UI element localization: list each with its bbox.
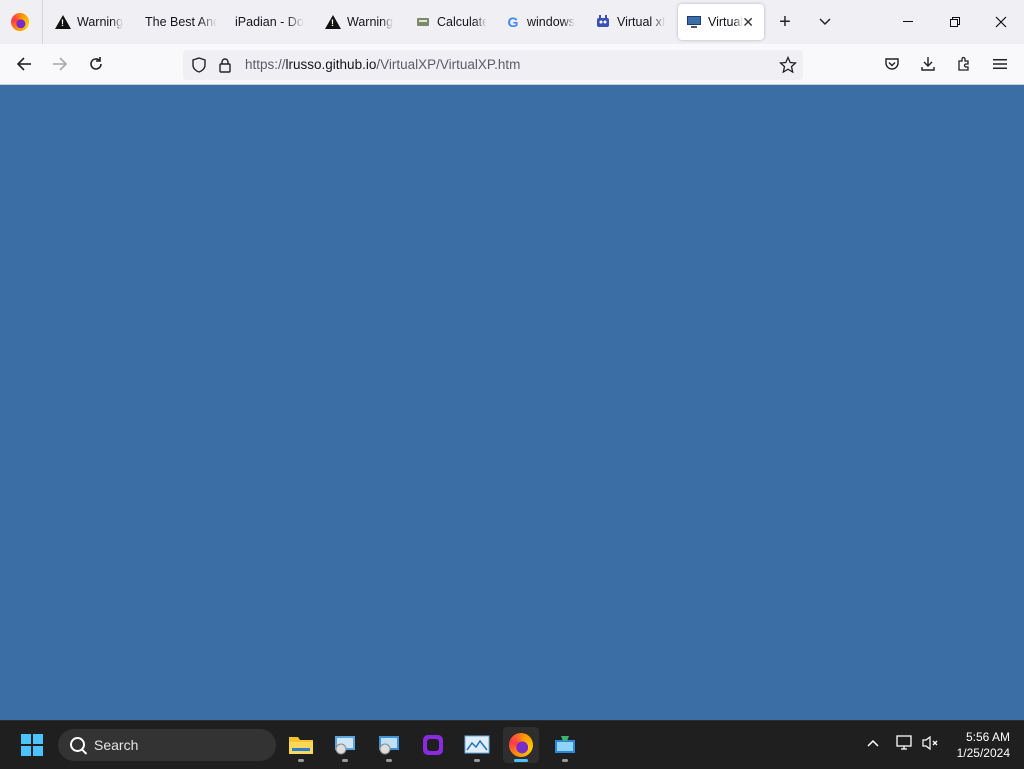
close-tab-icon[interactable]: ✕: [742, 14, 754, 31]
photos-app-icon[interactable]: [459, 727, 495, 763]
remote-desktop-2-icon[interactable]: [371, 727, 407, 763]
page-content-desktop-area[interactable]: [0, 85, 1024, 720]
clock-time: 5:56 AM: [965, 730, 1010, 744]
list-all-tabs-icon[interactable]: [813, 10, 837, 34]
monitor-icon: [686, 14, 702, 30]
tab-label: windows: [527, 15, 575, 29]
close-window-icon[interactable]: [978, 8, 1024, 36]
taskbar-search-box[interactable]: Search: [58, 729, 276, 761]
tab-label: iPadian - Do: [235, 15, 304, 29]
windows-taskbar: Search 5:56 AM 1/25/2024: [0, 720, 1024, 769]
tab-warning-1[interactable]: Warning: [55, 4, 125, 40]
url-scheme: https://: [245, 57, 286, 72]
show-hidden-icons-chevron-up-icon[interactable]: [866, 735, 880, 751]
tab-the-best[interactable]: The Best And: [145, 4, 217, 40]
search-label: Search: [94, 737, 139, 753]
network-icon[interactable]: [896, 735, 914, 754]
new-tab-icon[interactable]: +: [773, 10, 797, 34]
tab-label: Virtual xP: [617, 15, 665, 29]
remote-desktop-icon[interactable]: [327, 727, 363, 763]
firefox-taskbar-icon[interactable]: [503, 727, 539, 763]
url-text[interactable]: https://lrusso.github.io/VirtualXP/Virtu…: [245, 57, 520, 72]
minimize-icon[interactable]: [886, 8, 932, 36]
file-explorer-icon[interactable]: [283, 727, 319, 763]
firefox-logo-icon[interactable]: [11, 13, 29, 31]
extensions-icon[interactable]: [952, 52, 976, 76]
calculator-icon: [415, 14, 431, 30]
tab-virtualxp-1[interactable]: Virtual xP: [595, 4, 665, 40]
tab-label: The Best And: [145, 15, 217, 29]
virtualxp-icon: [595, 14, 611, 30]
taskbar-clock[interactable]: 5:56 AM 1/25/2024: [957, 729, 1010, 761]
reload-icon[interactable]: [84, 52, 108, 76]
tab-virtualxp-active[interactable]: Virtual ✕: [678, 4, 764, 40]
tab-ipadian[interactable]: iPadian - Do: [235, 4, 305, 40]
tab-label: Warning: [77, 15, 124, 29]
warning-icon: [55, 14, 71, 30]
google-icon: G: [507, 14, 519, 30]
tab-warning-2[interactable]: Warning: [325, 4, 395, 40]
tab-label: Virtual: [708, 15, 744, 29]
back-icon[interactable]: [12, 52, 36, 76]
teams-or-whiteboard-icon[interactable]: [547, 727, 583, 763]
onenote-app-icon[interactable]: [415, 727, 451, 763]
search-icon: [70, 737, 85, 752]
app-menu-icon[interactable]: [988, 52, 1012, 76]
lock-icon[interactable]: [217, 57, 233, 78]
tracking-protection-shield-icon[interactable]: [191, 57, 207, 78]
downloads-icon[interactable]: [916, 52, 940, 76]
tab-label: Warning: [347, 15, 394, 29]
tab-label: Calculate: [437, 15, 487, 29]
forward-icon[interactable]: [48, 52, 72, 76]
navigation-toolbar: https://lrusso.github.io/VirtualXP/Virtu…: [0, 44, 1024, 85]
pocket-icon[interactable]: [880, 52, 904, 76]
warning-icon: [325, 14, 341, 30]
windows-start-icon[interactable]: [21, 734, 43, 756]
address-bar[interactable]: https://lrusso.github.io/VirtualXP/Virtu…: [183, 50, 803, 80]
tab-calculate[interactable]: Calculate: [415, 4, 487, 40]
url-path: /VirtualXP/VirtualXP.htm: [376, 57, 521, 72]
restore-icon[interactable]: [932, 8, 978, 36]
clock-date: 1/25/2024: [956, 746, 1010, 760]
url-host: lrusso.github.io: [285, 57, 377, 72]
tab-windows-google[interactable]: G windows: [505, 4, 577, 40]
tab-bar: Warning The Best And iPadian - Do Warnin…: [0, 0, 1024, 44]
bookmark-star-icon[interactable]: [778, 55, 798, 79]
tab-separator: [42, 0, 43, 44]
volume-muted-icon[interactable]: [922, 735, 940, 754]
